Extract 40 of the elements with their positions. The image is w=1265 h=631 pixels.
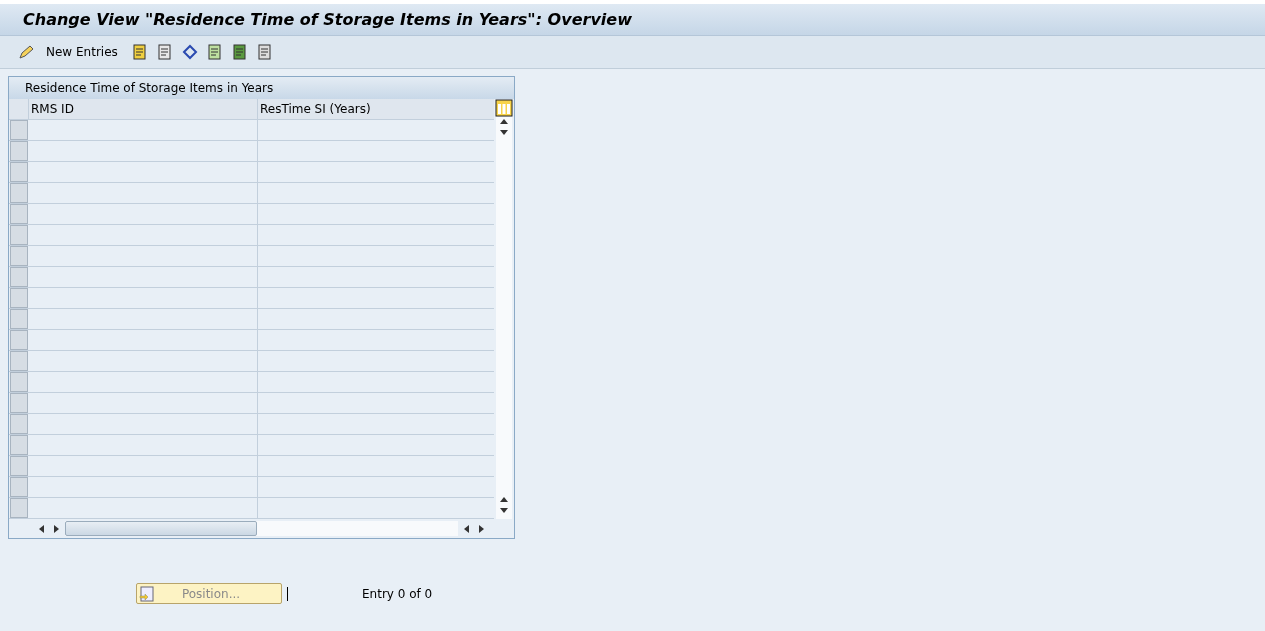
scroll-up-icon[interactable]: [500, 497, 508, 502]
document-icon[interactable]: [256, 44, 273, 60]
entry-count: Entry 0 of 0: [362, 585, 433, 603]
window-title: Change View "Residence Time of Storage Items in Years": Overview: [23, 8, 632, 31]
row-selector[interactable]: [10, 435, 28, 455]
scrollbar-thumb[interactable]: [65, 521, 257, 536]
scroll-right-icon[interactable]: [479, 524, 484, 533]
scroll-down-icon[interactable]: [500, 508, 508, 513]
row-selector[interactable]: [10, 393, 28, 413]
row-selector[interactable]: [10, 498, 28, 518]
row-selector[interactable]: [10, 477, 28, 497]
row-selector[interactable]: [10, 309, 28, 329]
scroll-right-icon[interactable]: [54, 524, 59, 533]
scroll-up-icon[interactable]: [500, 119, 508, 124]
row-selector[interactable]: [10, 414, 28, 434]
scroll-left-icon[interactable]: [39, 524, 44, 533]
position-icon: [139, 585, 155, 602]
document-icon[interactable]: [206, 44, 223, 60]
new-entries-button[interactable]: New Entries: [44, 43, 120, 61]
row-selector[interactable]: [10, 330, 28, 350]
row-selector[interactable]: [10, 141, 28, 161]
table-title: Residence Time of Storage Items in Years: [25, 80, 274, 97]
pencil-icon[interactable]: [18, 44, 36, 60]
row-selector[interactable]: [10, 267, 28, 287]
row-selector[interactable]: [10, 120, 28, 140]
row-selector[interactable]: [10, 246, 28, 266]
row-selector[interactable]: [10, 225, 28, 245]
document-icon[interactable]: [231, 44, 248, 60]
row-selector[interactable]: [10, 204, 28, 224]
column-settings-icon[interactable]: [495, 99, 513, 117]
row-selector[interactable]: [10, 456, 28, 476]
row-selector[interactable]: [10, 372, 28, 392]
row-selector[interactable]: [10, 162, 28, 182]
scroll-left-icon[interactable]: [464, 524, 469, 533]
column-header[interactable]: RMS ID: [29, 99, 258, 119]
scroll-down-icon[interactable]: [500, 130, 508, 135]
row-selector[interactable]: [10, 288, 28, 308]
row-selector[interactable]: [10, 351, 28, 371]
column-header[interactable]: ResTime SI (Years): [258, 99, 494, 119]
row-selector[interactable]: [10, 183, 28, 203]
